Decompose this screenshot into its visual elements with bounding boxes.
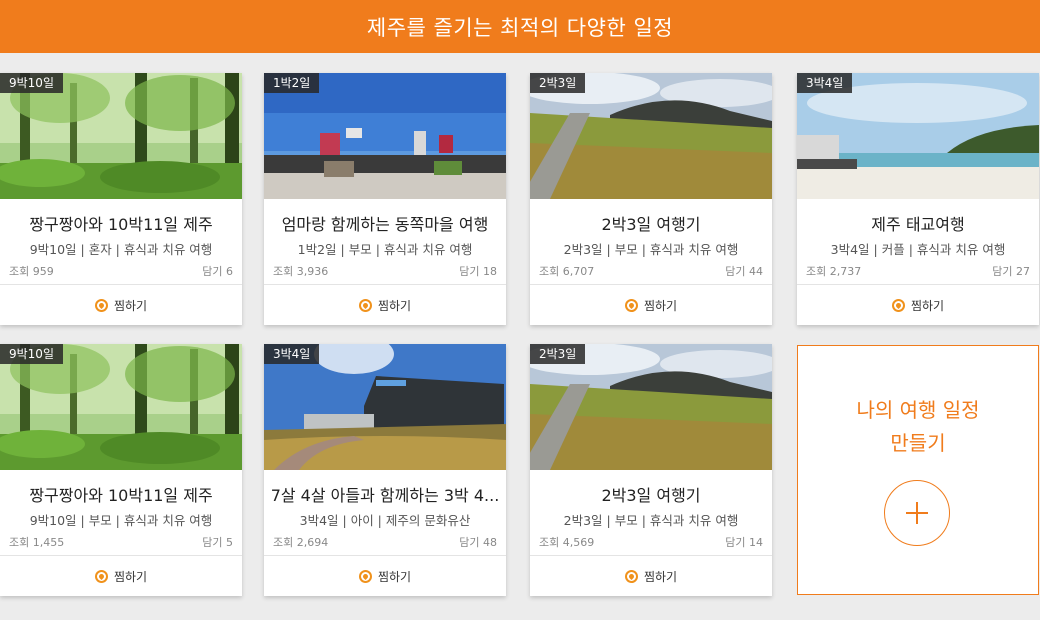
- create-itinerary-button[interactable]: [884, 480, 950, 546]
- itinerary-card[interactable]: 9박10일 짱구짱아와 10박11일 제주 9박10일 | 혼자 | 휴식과 치…: [0, 73, 242, 325]
- save-count: 담기 6: [202, 265, 233, 278]
- heart-icon: [624, 569, 638, 583]
- duration-badge: 3박4일: [797, 73, 853, 93]
- create-itinerary-line2: 만들기: [890, 431, 946, 455]
- duration-badge: 2박3일: [530, 344, 586, 364]
- view-count: 조회 6,707: [539, 265, 595, 278]
- card-tags: 9박10일 | 부모 | 휴식과 치유 여행: [29, 513, 213, 528]
- view-count: 조회 2,694: [273, 536, 329, 549]
- heart-icon: [891, 298, 905, 312]
- heart-icon: [358, 569, 372, 583]
- card-tags: 2박3일 | 부모 | 휴식과 치유 여행: [563, 242, 739, 257]
- wishlist-button[interactable]: 찜하기: [530, 285, 772, 325]
- save-count: 담기 5: [202, 536, 233, 549]
- duration-badge: 3박4일: [264, 344, 320, 364]
- card-title[interactable]: 2박3일 여행기: [536, 482, 766, 506]
- wishlist-button[interactable]: 찜하기: [530, 556, 772, 596]
- duration-badge: 1박2일: [264, 73, 320, 93]
- itinerary-grid: 9박10일 짱구짱아와 10박11일 제주 9박10일 | 혼자 | 휴식과 치…: [0, 0, 1040, 620]
- itinerary-card[interactable]: 1박2일 엄마랑 함께하는 동쪽마을 여행 1박2일 | 부모 | 휴식과 치유…: [264, 73, 506, 325]
- wishlist-button[interactable]: 찜하기: [0, 285, 242, 325]
- card-stats: 조회 1,455 담기 5: [9, 534, 233, 550]
- card-stats: 조회 2,694 담기 48: [273, 534, 497, 550]
- itinerary-card[interactable]: 9박10일 짱구짱아와 10박11일 제주 9박10일 | 부모 | 휴식과 치…: [0, 344, 242, 596]
- duration-badge: 2박3일: [530, 73, 586, 93]
- wishlist-label: 찜하기: [643, 569, 678, 584]
- wishlist-label: 찜하기: [377, 298, 412, 313]
- wishlist-label: 찜하기: [643, 298, 678, 313]
- view-count: 조회 2,737: [806, 265, 862, 278]
- card-title[interactable]: 엄마랑 함께하는 동쪽마을 여행: [270, 211, 500, 235]
- wishlist-button[interactable]: 찜하기: [0, 556, 242, 596]
- wishlist-label: 찜하기: [113, 569, 148, 584]
- itinerary-card[interactable]: 3박4일 7살 4살 아들과 함께하는 3박 4... 3박4일 | 아이 | …: [264, 344, 506, 596]
- card-tags: 2박3일 | 부모 | 휴식과 치유 여행: [563, 513, 739, 528]
- card-stats: 조회 2,737 담기 27: [806, 263, 1030, 279]
- save-count: 담기 44: [725, 265, 763, 278]
- card-title[interactable]: 7살 4살 아들과 함께하는 3박 4...: [270, 482, 500, 506]
- card-title[interactable]: 짱구짱아와 10박11일 제주: [6, 482, 236, 506]
- heart-icon: [94, 569, 108, 583]
- heart-icon: [94, 298, 108, 312]
- heart-icon: [358, 298, 372, 312]
- duration-badge: 9박10일: [0, 73, 63, 93]
- card-stats: 조회 3,936 담기 18: [273, 263, 497, 279]
- card-tags: 1박2일 | 부모 | 휴식과 치유 여행: [297, 242, 473, 257]
- card-stats: 조회 6,707 담기 44: [539, 263, 763, 279]
- wishlist-button[interactable]: 찜하기: [264, 285, 506, 325]
- heart-icon: [624, 298, 638, 312]
- save-count: 담기 18: [459, 265, 497, 278]
- card-title[interactable]: 2박3일 여행기: [536, 211, 766, 235]
- save-count: 담기 48: [459, 536, 497, 549]
- wishlist-label: 찜하기: [113, 298, 148, 313]
- create-itinerary-label: 나의 여행 일정 만들기: [798, 394, 1038, 460]
- view-count: 조회 959: [9, 265, 54, 278]
- wishlist-label: 찜하기: [377, 569, 412, 584]
- view-count: 조회 1,455: [9, 536, 65, 549]
- card-tags: 9박10일 | 혼자 | 휴식과 치유 여행: [29, 242, 213, 257]
- itinerary-card[interactable]: 2박3일 2박3일 여행기 2박3일 | 부모 | 휴식과 치유 여행 조회 4…: [530, 344, 772, 596]
- create-itinerary-line1: 나의 여행 일정: [856, 398, 980, 422]
- itinerary-card[interactable]: 3박4일 제주 태교여행 3박4일 | 커플 | 휴식과 치유 여행 조회 2,…: [797, 73, 1039, 325]
- save-count: 담기 27: [992, 265, 1030, 278]
- itinerary-card[interactable]: 2박3일 2박3일 여행기 2박3일 | 부모 | 휴식과 치유 여행 조회 6…: [530, 73, 772, 325]
- card-title[interactable]: 짱구짱아와 10박11일 제주: [6, 211, 236, 235]
- view-count: 조회 4,569: [539, 536, 595, 549]
- save-count: 담기 14: [725, 536, 763, 549]
- duration-badge: 9박10일: [0, 344, 63, 364]
- wishlist-button[interactable]: 찜하기: [264, 556, 506, 596]
- plus-icon: [906, 502, 928, 524]
- wishlist-label: 찜하기: [910, 298, 945, 313]
- card-stats: 조회 4,569 담기 14: [539, 534, 763, 550]
- card-stats: 조회 959 담기 6: [9, 263, 233, 279]
- card-title[interactable]: 제주 태교여행: [803, 211, 1033, 235]
- card-tags: 3박4일 | 커플 | 휴식과 치유 여행: [830, 242, 1006, 257]
- create-itinerary-card[interactable]: 나의 여행 일정 만들기: [797, 345, 1039, 595]
- view-count: 조회 3,936: [273, 265, 329, 278]
- wishlist-button[interactable]: 찜하기: [797, 285, 1039, 325]
- card-tags: 3박4일 | 아이 | 제주의 문화유산: [299, 513, 471, 528]
